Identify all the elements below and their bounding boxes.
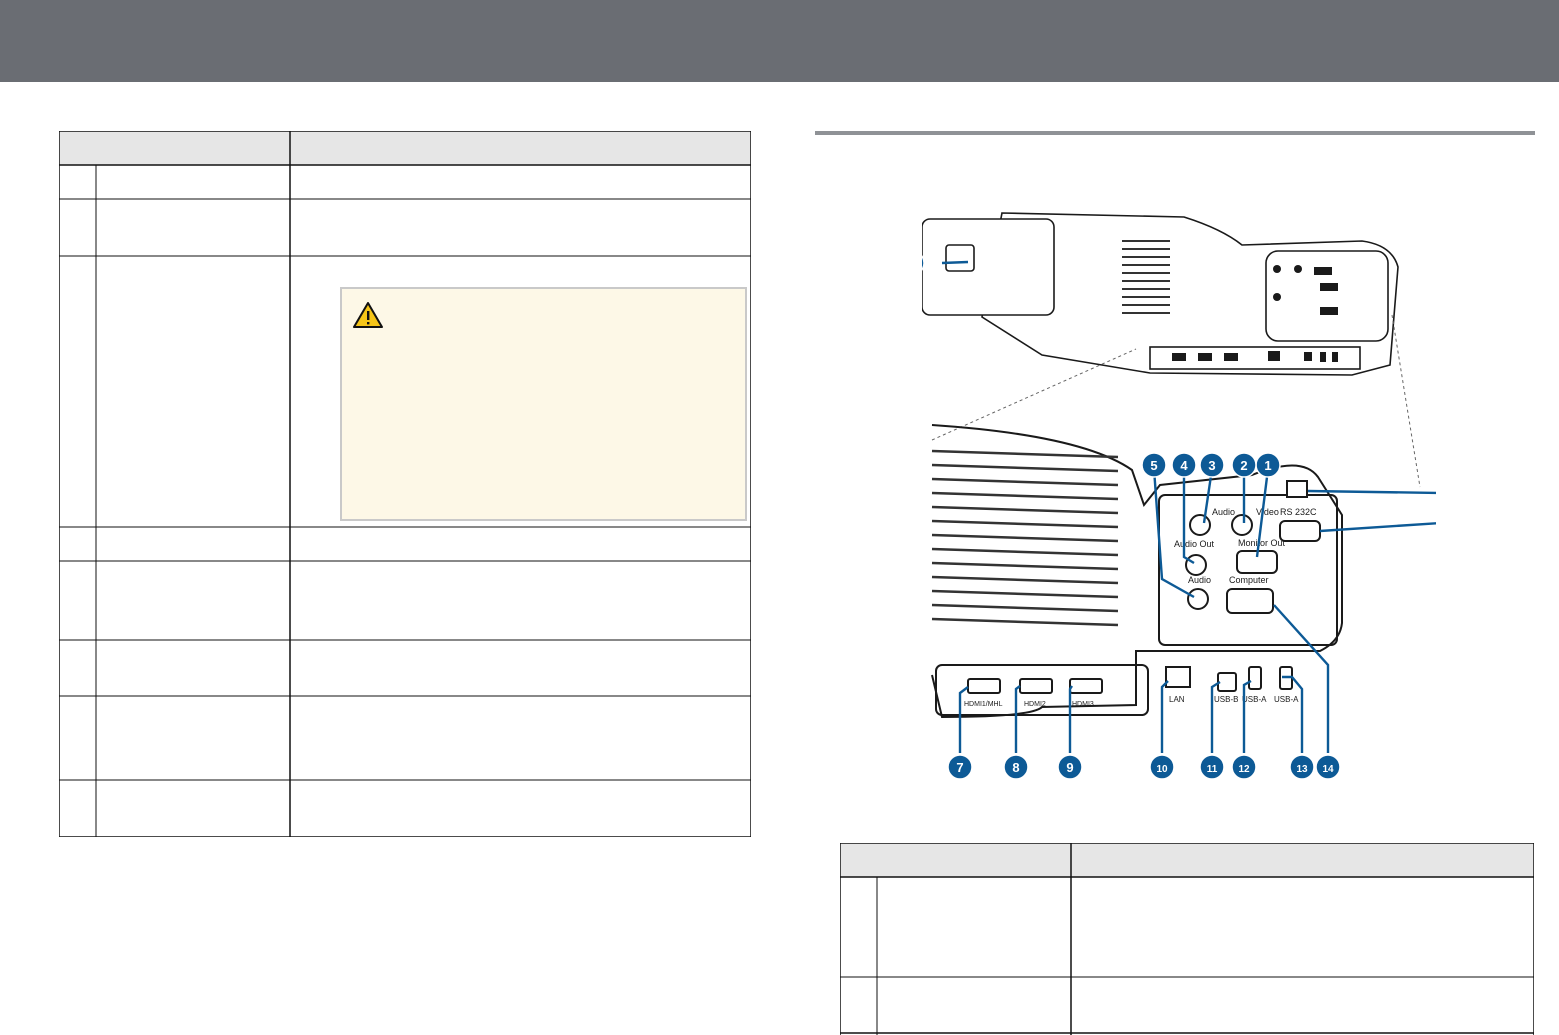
callout-number: 1	[1264, 458, 1271, 473]
hdmi3-port	[1069, 678, 1103, 694]
hdmi1-port	[967, 678, 1001, 694]
callout-number: 2	[1240, 458, 1247, 473]
callout-number: 7	[956, 760, 963, 775]
audio-out-label: Audio Out	[1174, 539, 1215, 549]
audio-jack-port	[1189, 514, 1211, 536]
audio-label: Audio	[1212, 507, 1235, 517]
overview-projector	[922, 212, 1399, 376]
usb-a2-label: USB-A	[1274, 695, 1299, 704]
monitor-out-label: Monitor Out	[1238, 538, 1286, 548]
callout-number: 13	[1296, 764, 1308, 775]
callout-number: 3	[1208, 458, 1215, 473]
audio-in-port	[1187, 588, 1209, 610]
table-header	[840, 843, 1534, 878]
audio-in-label: Audio	[1188, 575, 1211, 585]
computer-port	[1226, 588, 1274, 614]
table-header	[59, 131, 751, 166]
audio-out-port	[1185, 554, 1207, 576]
video-label: Video	[1256, 507, 1279, 517]
callout-number: 10	[1156, 764, 1168, 775]
usb-b-port	[1217, 672, 1237, 692]
callout-number: 14	[1322, 764, 1334, 775]
rs232c-port	[1279, 520, 1321, 542]
hdmi3-label: HDMI3	[1072, 701, 1094, 708]
hdmi2-port	[1019, 678, 1053, 694]
computer-label: Computer	[1229, 575, 1269, 585]
lan-port	[1165, 666, 1191, 688]
service-port	[1286, 480, 1308, 498]
usb-a1-port	[1248, 666, 1262, 690]
hdmi2-label: HDMI2	[1024, 701, 1046, 708]
callout-number: 5	[1150, 458, 1157, 473]
section-rule	[815, 131, 1535, 135]
detail-vents	[931, 449, 1119, 627]
rs232c-label: RS 232C	[1280, 507, 1317, 517]
parts-table	[59, 131, 751, 837]
video-jack-port	[1231, 514, 1253, 536]
callout-number: 9	[1066, 760, 1073, 775]
callout-number: 12	[1238, 764, 1250, 775]
callout-number: 8	[1012, 760, 1019, 775]
usb-b-label: USB-B	[1214, 695, 1238, 704]
projector-ports-figure: Audio Video Audio Out Monitor Out Audio …	[922, 212, 1436, 780]
ports-table	[840, 843, 1534, 1035]
header-band	[0, 0, 1559, 82]
usb-a1-label: USB-A	[1242, 695, 1267, 704]
callout-number: 4	[1180, 458, 1188, 473]
warning-box	[340, 287, 747, 521]
hdmi1-label: HDMI1/MHL	[964, 701, 1003, 708]
lan-label: LAN	[1169, 695, 1185, 704]
callout-number: 11	[1207, 764, 1218, 775]
